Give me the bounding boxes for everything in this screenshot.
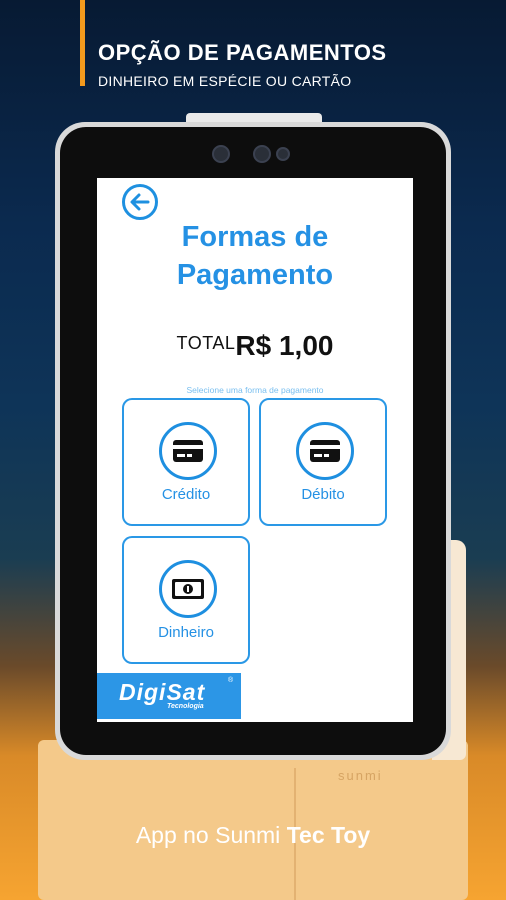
camera-icon: [212, 145, 230, 163]
payment-option-credito[interactable]: Crédito: [122, 398, 250, 526]
back-button[interactable]: [122, 184, 158, 220]
page-title-line2: Pagamento: [176, 259, 334, 291]
promo-headline: OPÇÃO DE PAGAMENTOS: [98, 40, 387, 65]
kiosk-screen: Formas de Pagamento TOTALR$ 1,00 Selecio…: [97, 178, 413, 722]
page-title-line1: Formas de: [181, 221, 329, 253]
cash-icon: [172, 579, 204, 599]
promo-subheadline: DINHEIRO EM ESPÉCIE OU CARTÃO: [98, 73, 352, 89]
logo-sub: Tecnologia: [167, 703, 204, 710]
payment-option-label: Débito: [301, 486, 345, 503]
logo-registered: ®: [228, 677, 234, 684]
device-brand: sunmi: [338, 768, 383, 783]
payment-option-label: Crédito: [161, 486, 211, 503]
footer-brand: Tec Toy: [286, 822, 371, 848]
arrow-left-icon: [130, 193, 150, 211]
credit-card-icon: [173, 440, 203, 462]
page-title: Formas de Pagamento: [97, 218, 413, 294]
total-value: R$ 1,00: [235, 330, 334, 361]
payment-option-dinheiro[interactable]: Dinheiro: [122, 536, 250, 664]
payment-option-debito[interactable]: Débito: [259, 398, 387, 526]
footer-prefix: App no Sunmi: [135, 822, 287, 848]
debit-card-icon: [310, 440, 340, 462]
promo-footer: App no Sunmi Tec Toy: [0, 822, 506, 849]
payment-option-label: Dinheiro: [158, 624, 214, 641]
sensor-icon: [276, 147, 290, 161]
logo-name: DigiSat: [119, 679, 206, 705]
accent-bar: [80, 0, 85, 86]
total-row: TOTALR$ 1,00: [97, 330, 413, 362]
selection-hint: Selecione uma forma de pagamento: [186, 385, 324, 395]
camera-icon: [253, 145, 271, 163]
digisat-logo: DigiSat Tecnologia ®: [97, 673, 241, 719]
kiosk-base: [38, 740, 468, 900]
total-label: TOTAL: [176, 333, 236, 353]
